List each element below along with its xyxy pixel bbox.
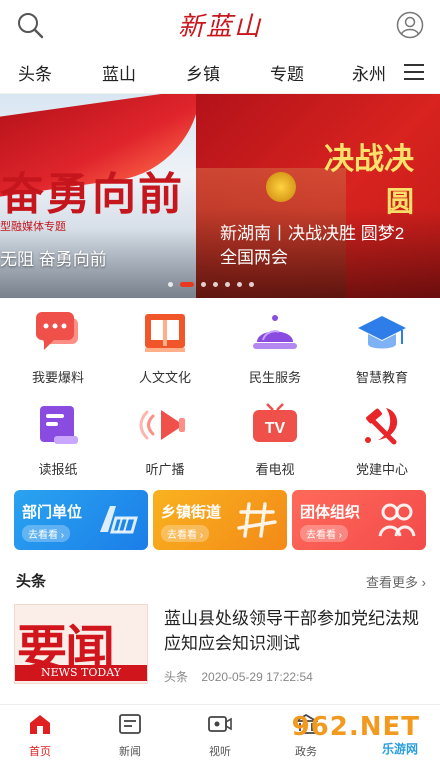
nav-home[interactable]: 首页 [10, 713, 70, 759]
grid-item-label: 人文文化 [138, 370, 191, 385]
card-title: 乡镇街道 [161, 504, 222, 521]
book-icon [145, 314, 185, 352]
tv-icon: TV [253, 403, 297, 442]
nav-label: 视听 [209, 746, 231, 758]
section-title: 头条 [16, 573, 47, 590]
newspaper-icon [40, 406, 78, 444]
chat-bubble-icon [36, 312, 78, 350]
card-go-button[interactable]: 去看看 › [22, 525, 71, 542]
carousel-dots[interactable] [168, 276, 261, 288]
card-go-button[interactable]: 去看看 › [161, 525, 210, 542]
banner-slide-left[interactable]: 奋勇向前 型融媒体专题 无阻 奋勇向前 [0, 94, 196, 298]
svg-text:TV: TV [265, 420, 286, 437]
section-header: 头条 查看更多 › [16, 568, 426, 592]
tab-topics[interactable]: 专题 [270, 60, 304, 85]
site-watermark: 962.NET 乐游网 [292, 712, 432, 756]
thumbnail-banner: NEWS TODAY [15, 665, 147, 681]
banner-slide-right[interactable]: 决战决 圆 新湖南丨决战决胜 圆梦2 全国两会 [196, 94, 440, 298]
grid-item-label: 看电视 [255, 462, 295, 477]
card-go-button[interactable]: 去看看 › [300, 525, 349, 542]
tab-towns[interactable]: 乡镇 [186, 60, 220, 85]
news-icon [119, 714, 141, 734]
nav-label: 新闻 [119, 746, 141, 758]
category-nav: 头条 蓝山 乡镇 专题 永州 [0, 50, 440, 94]
grid-item-label: 智慧教育 [355, 370, 408, 385]
banner-left-caption: 无阻 奋勇向前 [0, 250, 107, 269]
banner-right-caption: 新湖南丨决战决胜 圆梦2 全国两会 [220, 222, 404, 270]
national-emblem-icon [266, 172, 296, 202]
category-cards: 部门单位 去看看 › 乡镇街道 去看看 › 团体组织 去看看 › [14, 490, 426, 550]
tab-headlines[interactable]: 头条 [18, 60, 52, 85]
nav-news[interactable]: 新闻 [100, 713, 160, 759]
home-icon [30, 715, 50, 734]
card-title: 团体组织 [300, 504, 361, 521]
street-icon [237, 502, 277, 538]
grid-item-label: 读报纸 [38, 462, 78, 477]
group-icon [378, 503, 416, 537]
grid-item-culture[interactable]: 人文文化 [110, 310, 220, 386]
tab-lanshan[interactable]: 蓝山 [102, 60, 136, 85]
grid-item-report[interactable]: 我要爆料 [3, 310, 113, 386]
hammer-sickle-icon [365, 408, 398, 445]
banner-right-caption-line1: 新湖南丨决战决胜 圆梦2 [220, 224, 405, 243]
news-list-item[interactable]: 要闻 NEWS TODAY 蓝山县处级领导干部参加党纪法规应知应会知识测试 头条… [14, 604, 426, 688]
news-thumbnail[interactable]: 要闻 NEWS TODAY [14, 604, 148, 684]
card-organizations[interactable]: 团体组织 去看看 › [292, 490, 426, 550]
menu-icon[interactable] [404, 64, 424, 80]
grid-item-education[interactable]: 智慧教育 [327, 310, 437, 386]
grid-item-label: 党建中心 [355, 462, 408, 477]
tab-yongzhou[interactable]: 永州 [352, 60, 386, 85]
department-icon [100, 506, 138, 534]
news-time: 2020-05-29 17:22:54 [201, 670, 313, 684]
carousel-dot-active[interactable] [180, 282, 194, 288]
view-more-link[interactable]: 查看更多 › [366, 572, 426, 591]
news-meta: 头条 2020-05-29 17:22:54 [164, 668, 323, 685]
grid-item-services[interactable]: 民生服务 [220, 310, 330, 386]
grid-item-radio[interactable]: 听广播 [110, 402, 220, 478]
top-bar: 新蓝山 [0, 0, 440, 50]
video-icon [208, 716, 232, 732]
banner-left-headline: 奋勇向前 [0, 169, 184, 220]
banner-right-headline: 决战决 [324, 142, 414, 177]
grid-item-party[interactable]: 党建中心 [327, 402, 437, 478]
news-title[interactable]: 蓝山县处级领导干部参加党纪法规应知应会知识测试 [164, 606, 426, 656]
grid-item-newspaper[interactable]: 读报纸 [3, 402, 113, 478]
watermark-text: 962.NET [291, 712, 420, 742]
graduation-cap-icon [358, 316, 406, 349]
banner-right-caption-line2: 全国两会 [220, 248, 288, 267]
grid-item-label: 我要爆料 [31, 370, 84, 385]
app-logo: 新蓝山 [177, 12, 262, 42]
watermark-subtext: 乐游网 [381, 742, 418, 756]
user-icon[interactable] [396, 11, 424, 39]
nav-label: 首页 [29, 746, 51, 758]
broadcast-icon [139, 410, 185, 440]
banner-carousel[interactable]: 奋勇向前 型融媒体专题 无阻 奋勇向前 决战决 圆 新湖南丨决战决胜 圆梦2 全… [0, 94, 440, 298]
nav-video[interactable]: 视听 [190, 713, 250, 759]
card-departments[interactable]: 部门单位 去看看 › [14, 490, 148, 550]
grid-item-label: 民生服务 [248, 370, 301, 385]
news-source: 头条 [164, 670, 189, 684]
service-bell-icon [253, 315, 297, 349]
grid-item-label: 听广播 [145, 462, 185, 477]
grid-item-tv[interactable]: TV 看电视 [220, 402, 330, 478]
card-towns[interactable]: 乡镇街道 去看看 › [153, 490, 287, 550]
card-title: 部门单位 [22, 504, 83, 521]
